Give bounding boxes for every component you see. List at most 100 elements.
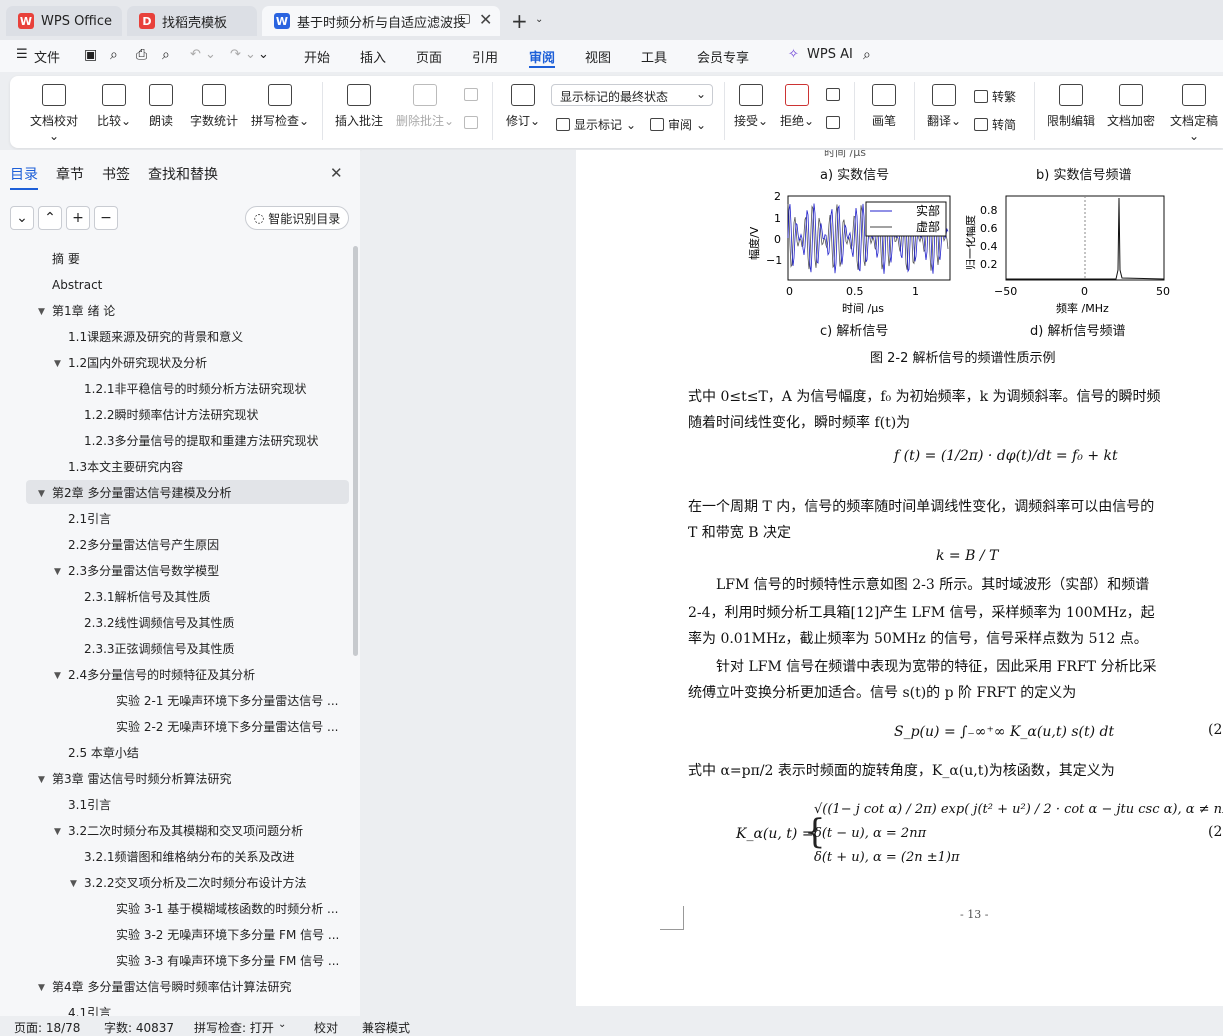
toc-item[interactable]: 3.2.1频谱图和维格纳分布的关系及改进: [84, 844, 346, 870]
chevron-down-icon[interactable]: ⌄: [535, 14, 543, 25]
tab-find-replace[interactable]: 查找和替换: [148, 164, 218, 184]
page-indicator[interactable]: 页面: 18/78: [14, 1019, 80, 1036]
tab-document[interactable]: W 基于时频分析与自适应滤波技 ✕: [262, 6, 500, 36]
menu-view[interactable]: 视图: [585, 47, 611, 66]
close-tab-icon[interactable]: ✕: [479, 10, 492, 29]
toc-item[interactable]: 2.1引言: [68, 506, 346, 532]
toc-item[interactable]: 第4章 多分量雷达信号瞬时频率估计算法研究: [52, 974, 346, 1000]
add-heading-button[interactable]: +: [66, 206, 90, 230]
toc-item[interactable]: 3.2二次时频分布及其模糊和交叉项问题分析: [68, 818, 346, 844]
toc-item[interactable]: 1.3本文主要研究内容: [68, 454, 346, 480]
redo-icon[interactable]: ↷ ⌄: [230, 47, 256, 62]
expand-triangle-icon[interactable]: ▼: [54, 359, 61, 369]
toc-item[interactable]: 1.2国内外研究现状及分析: [68, 350, 346, 376]
new-tab-icon[interactable]: +: [511, 9, 528, 33]
hamburger-icon[interactable]: ☰: [16, 47, 28, 62]
expand-triangle-icon[interactable]: ▼: [54, 671, 61, 681]
to-simplified-button[interactable]: 转简: [974, 116, 1016, 133]
toc-item[interactable]: 1.2.2瞬时频率估计方法研究现状: [84, 402, 346, 428]
finalize-button[interactable]: 文档定稿⌄: [1166, 84, 1222, 143]
toc-item[interactable]: 实验 2-2 无噪声环境下多分量雷达信号 ...: [116, 714, 346, 740]
toc-item[interactable]: 第1章 绪 论: [52, 298, 346, 324]
toc-item[interactable]: 实验 3-1 基于模糊域核函数的时频分析 ...: [116, 896, 346, 922]
markup-state-select[interactable]: 显示标记的最终状态 ⌄: [551, 84, 713, 106]
expand-triangle-icon[interactable]: ▼: [70, 879, 77, 889]
tab-docer[interactable]: D 找稻壳模板: [127, 6, 257, 36]
print-preview-icon[interactable]: ⌕: [162, 47, 170, 63]
toc-item[interactable]: 实验 3-3 有噪声环境下多分量 FM 信号 ...: [116, 948, 346, 974]
restrict-edit-button[interactable]: 限制编辑: [1046, 84, 1096, 129]
word-count[interactable]: 字数: 40837: [104, 1019, 174, 1036]
menu-vip[interactable]: 会员专享: [697, 47, 749, 66]
tab-toc[interactable]: 目录: [10, 164, 38, 184]
toc-item[interactable]: Abstract: [52, 272, 346, 298]
to-traditional-button[interactable]: 转繁: [974, 88, 1016, 105]
collapse-all-button[interactable]: ⌄: [10, 206, 34, 230]
menu-insert[interactable]: 插入: [360, 47, 386, 66]
expand-triangle-icon[interactable]: ▼: [54, 827, 61, 837]
review-pane-button[interactable]: 审阅 ⌄: [650, 116, 706, 133]
toc-item[interactable]: 2.3多分量雷达信号数学模型: [68, 558, 346, 584]
toc-item[interactable]: 实验 3-2 无噪声环境下多分量 FM 信号 ...: [116, 922, 346, 948]
toc-item[interactable]: 1.2.1非平稳信号的时频分析方法研究现状: [84, 376, 346, 402]
pen-button[interactable]: 画笔: [870, 84, 898, 129]
next-comment-icon[interactable]: [464, 116, 478, 129]
delete-comment-button[interactable]: 删除批注⌄: [394, 84, 456, 129]
menu-file[interactable]: 文件: [34, 47, 60, 66]
toc-item[interactable]: 3.2.2交叉项分析及二次时频分布设计方法: [84, 870, 346, 896]
tab-sections[interactable]: 章节: [56, 164, 84, 184]
menu-references[interactable]: 引用: [472, 47, 498, 66]
menu-page[interactable]: 页面: [416, 47, 442, 66]
menu-home[interactable]: 开始: [304, 47, 330, 66]
toc-item[interactable]: 1.2.3多分量信号的提取和重建方法研究现状: [84, 428, 346, 454]
toc-item[interactable]: 2.2多分量雷达信号产生原因: [68, 532, 346, 558]
toc-item[interactable]: 2.3.1解析信号及其性质: [84, 584, 346, 610]
compare-button[interactable]: 比较⌄: [94, 84, 134, 129]
expand-triangle-icon[interactable]: ▼: [38, 775, 45, 785]
tab-bookmarks[interactable]: 书签: [102, 164, 130, 184]
sidebar-scrollbar[interactable]: [353, 246, 358, 656]
search-icon[interactable]: ⌕: [863, 47, 871, 63]
toc-item[interactable]: 摘 要: [52, 246, 346, 272]
toc-item[interactable]: 第2章 多分量雷达信号建模及分析: [52, 480, 346, 506]
prev-comment-icon[interactable]: [464, 88, 478, 101]
toc-item[interactable]: 第3章 雷达信号时频分析算法研究: [52, 766, 346, 792]
next-change-icon[interactable]: [826, 116, 840, 129]
toc-item[interactable]: 2.3.3正弦调频信号及其性质: [84, 636, 346, 662]
menu-review[interactable]: 审阅: [529, 47, 555, 66]
expand-triangle-icon[interactable]: ▼: [38, 983, 45, 993]
tab-wps-office[interactable]: W WPS Office: [6, 6, 122, 36]
smart-toc-button[interactable]: ◌ 智能识别目录: [245, 206, 349, 230]
track-changes-button[interactable]: 修订⌄: [502, 84, 544, 129]
expand-triangle-icon[interactable]: ▼: [38, 489, 45, 499]
toc-item[interactable]: 实验 2-1 无噪声环境下多分量雷达信号 ...: [116, 688, 346, 714]
prev-change-icon[interactable]: [826, 88, 840, 101]
more-icon[interactable]: ⌄: [258, 47, 269, 62]
toc-item[interactable]: 1.1课题来源及研究的背景和意义: [68, 324, 346, 350]
encrypt-button[interactable]: 文档加密: [1106, 84, 1156, 129]
undo-icon[interactable]: ↶ ⌄: [190, 47, 216, 62]
proofread-button[interactable]: 文档校对⌄: [26, 84, 82, 143]
expand-triangle-icon[interactable]: ▼: [38, 307, 45, 317]
toc-item[interactable]: 3.1引言: [68, 792, 346, 818]
word-count-button[interactable]: 字数统计: [188, 84, 240, 129]
close-sidebar-icon[interactable]: ✕: [330, 164, 343, 182]
expand-up-button[interactable]: ⌃: [38, 206, 62, 230]
toc-item[interactable]: 2.4多分量信号的时频特征及其分析: [68, 662, 346, 688]
expand-triangle-icon[interactable]: ▼: [54, 567, 61, 577]
read-aloud-button[interactable]: 朗读: [146, 84, 176, 129]
proofread-status[interactable]: 校对: [314, 1019, 338, 1036]
save-icon[interactable]: ▣: [84, 47, 97, 63]
window-icon[interactable]: [458, 14, 470, 24]
reject-button[interactable]: 拒绝⌄: [778, 84, 816, 129]
toc-item[interactable]: 2.3.2线性调频信号及其性质: [84, 610, 346, 636]
print-icon[interactable]: ⎙: [136, 47, 147, 63]
show-markup-button[interactable]: 显示标记 ⌄: [556, 116, 636, 133]
spell-check-button[interactable]: 拼写检查⌄: [250, 84, 310, 129]
export-icon[interactable]: ⌕: [110, 47, 118, 63]
spell-check-status[interactable]: 拼写检查: 打开: [194, 1019, 274, 1036]
translate-button[interactable]: 翻译⌄: [924, 84, 964, 129]
menu-tools[interactable]: 工具: [641, 47, 667, 66]
remove-heading-button[interactable]: −: [94, 206, 118, 230]
toc-item[interactable]: 2.5 本章小结: [68, 740, 346, 766]
